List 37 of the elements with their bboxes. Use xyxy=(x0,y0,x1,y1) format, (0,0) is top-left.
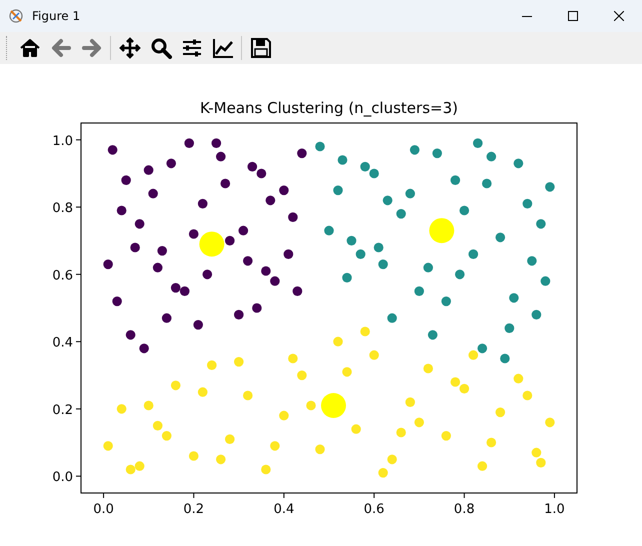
maximize-icon xyxy=(568,11,578,21)
y-tick-label: 0.8 xyxy=(52,201,73,216)
x-tick xyxy=(103,492,104,498)
y-tick xyxy=(76,274,82,275)
x-tick-label: 0.4 xyxy=(274,502,294,517)
x-tick-label: 0.0 xyxy=(93,502,114,517)
chart-title: K-Means Clustering (n_clusters=3) xyxy=(200,99,458,117)
y-tick xyxy=(76,476,82,477)
x-tick-label: 1.0 xyxy=(544,502,565,517)
y-tick xyxy=(76,408,82,410)
move-icon xyxy=(118,37,140,59)
y-tick xyxy=(76,206,82,208)
y-tick-label: 0.2 xyxy=(52,402,73,418)
save-icon xyxy=(250,37,272,59)
x-tick-label: 0.2 xyxy=(183,502,204,517)
home-icon xyxy=(18,37,40,59)
app-icon xyxy=(8,8,24,24)
y-tick xyxy=(76,139,82,140)
y-tick-label: 0.4 xyxy=(52,336,73,351)
close-icon xyxy=(614,11,624,21)
y-tick-label: 0.0 xyxy=(52,470,73,486)
forward-arrow-icon xyxy=(80,37,102,59)
x-tick xyxy=(283,492,284,498)
y-tick-label: 1.0 xyxy=(52,134,73,149)
x-tick xyxy=(374,492,375,498)
window-title: Figure 1 xyxy=(32,9,82,23)
back-arrow-icon xyxy=(50,37,72,59)
x-tick-label: 0.8 xyxy=(454,502,475,517)
x-tick xyxy=(554,492,555,498)
sliders-icon xyxy=(180,37,202,59)
zoom-icon xyxy=(150,37,172,59)
x-tick-label: 0.6 xyxy=(364,502,384,517)
x-tick xyxy=(464,492,465,498)
y-tick xyxy=(76,341,82,342)
y-tick-label: 0.6 xyxy=(52,268,73,284)
x-tick xyxy=(193,492,194,498)
line-chart-icon xyxy=(212,37,234,59)
